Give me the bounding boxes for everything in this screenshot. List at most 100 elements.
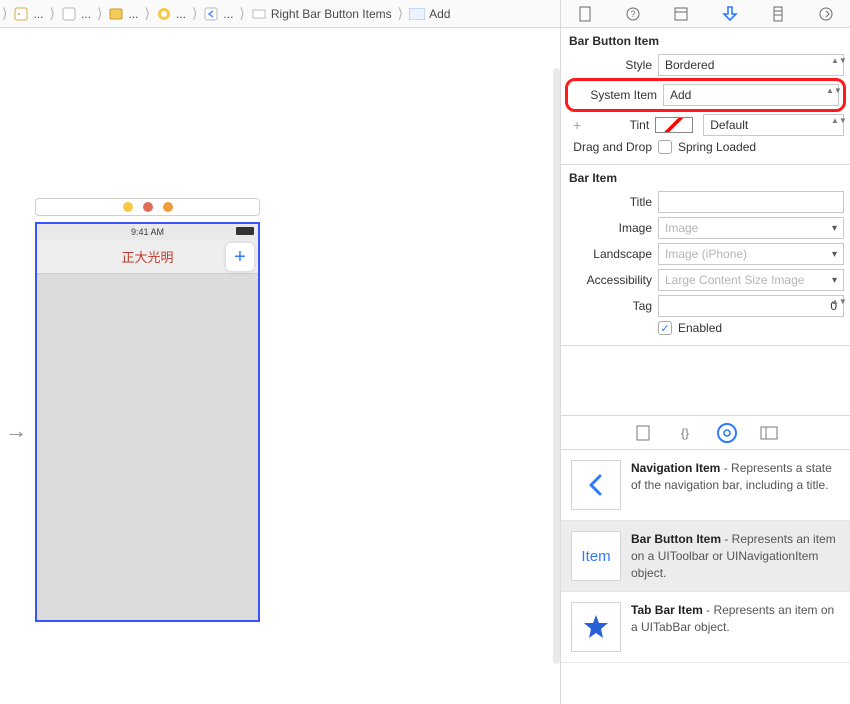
chevron-icon: ⟩	[237, 5, 246, 22]
accessibility-label: Accessibility	[567, 273, 652, 287]
breadcrumb-label: ...	[128, 7, 138, 21]
section-header: Bar Button Item	[561, 28, 850, 52]
library-item-bar-button-item[interactable]: Item Bar Button Item - Represents an ite…	[561, 521, 850, 592]
connections-inspector-icon[interactable]	[815, 3, 837, 25]
library-code-snippets-icon[interactable]: {}	[675, 423, 695, 443]
plus-icon: +	[234, 246, 246, 269]
scene-dock[interactable]	[35, 198, 260, 216]
stepper-icon: ▲▼	[831, 298, 841, 314]
spring-loaded-checkbox[interactable]	[658, 140, 672, 154]
chevron-icon: ⟩	[95, 5, 104, 22]
tint-label: Tint	[593, 118, 649, 132]
breadcrumb-label: Add	[429, 7, 450, 21]
storyboard-icon	[108, 6, 124, 22]
chevron-icon: ⟩	[0, 5, 9, 22]
system-item-popup[interactable]: Add ▲▼	[663, 84, 839, 106]
library-item-text: Tab Bar Item - Represents an item on a U…	[631, 602, 840, 652]
title-field[interactable]	[658, 191, 844, 213]
library-item-navigation-item[interactable]: Navigation Item - Represents a state of …	[561, 450, 850, 521]
enabled-label: Enabled	[678, 321, 722, 335]
landscape-label: Landscape	[567, 247, 652, 261]
style-popup[interactable]: Bordered ▲▼	[658, 54, 844, 76]
vertical-scrollbar[interactable]	[553, 68, 560, 664]
tint-popup[interactable]: Default ▲▼	[703, 114, 844, 136]
tag-label: Tag	[567, 299, 652, 313]
library-item-tab-bar-item[interactable]: Tab Bar Item - Represents an item on a U…	[561, 592, 850, 663]
chevron-icon: ⟩	[142, 5, 151, 22]
tint-swatch[interactable]	[655, 117, 693, 133]
style-value: Bordered	[665, 58, 714, 72]
breadcrumb-item[interactable]: ...	[152, 6, 190, 22]
canvas[interactable]: → 9:41 AM 正大光明 +	[0, 28, 560, 704]
navigation-title: 正大光明	[121, 247, 173, 266]
entry-arrow-icon: →	[5, 418, 27, 444]
status-time: 9:41 AM	[131, 227, 164, 237]
landscape-popup[interactable]: Image (iPhone)	[658, 243, 844, 265]
section-header: Bar Item	[561, 165, 850, 189]
file-yellow-icon	[13, 6, 29, 22]
chevron-icon: ⟩	[396, 5, 405, 22]
breadcrumb-item[interactable]: ...	[57, 6, 95, 22]
scene-dock-dot-icon	[163, 202, 173, 212]
title-label: Title	[567, 195, 652, 209]
stepper-icon: ▲▼	[831, 57, 841, 73]
spring-loaded-label: Spring Loaded	[678, 140, 756, 154]
size-inspector-icon[interactable]	[767, 3, 789, 25]
image-label: Image	[567, 221, 652, 235]
breadcrumb-label: Right Bar Button Items	[271, 7, 392, 21]
empty-panel	[561, 346, 850, 416]
system-item-value: Add	[670, 88, 691, 102]
library-tabs: {}	[561, 416, 850, 450]
style-label: Style	[567, 58, 652, 72]
phone-preview[interactable]: 9:41 AM 正大光明 +	[35, 222, 260, 622]
add-attribute-icon[interactable]: +	[567, 117, 587, 133]
file-inspector-icon[interactable]	[574, 3, 596, 25]
stepper-icon: ▲▼	[826, 87, 836, 103]
inspector-panel: Bar Button Item Style Bordered ▲▼ System…	[560, 28, 850, 704]
enabled-checkbox[interactable]: ✓	[658, 321, 672, 335]
breadcrumb-item[interactable]: ...	[9, 6, 47, 22]
library-objects-icon[interactable]	[717, 423, 737, 443]
library-media-icon[interactable]	[759, 423, 779, 443]
tag-stepper[interactable]: 0 ▲▼	[658, 295, 844, 317]
library-file-templates-icon[interactable]	[633, 423, 653, 443]
inspector-tabs: ?	[560, 0, 850, 27]
system-item-label: System Item	[572, 88, 657, 102]
accessibility-popup[interactable]: Large Content Size Image	[658, 269, 844, 291]
nav-back-icon	[203, 6, 219, 22]
scene-dock-dot-icon	[143, 202, 153, 212]
breadcrumb[interactable]: ⟩ ... ⟩ ... ⟩ ... ⟩ ... ⟩ ..	[0, 0, 560, 27]
svg-text:?: ?	[631, 9, 636, 19]
item-icon	[409, 6, 425, 22]
breadcrumb-label: ...	[81, 7, 91, 21]
tint-value: Default	[710, 118, 748, 132]
image-popup[interactable]: Image	[658, 217, 844, 239]
object-library-list[interactable]: Navigation Item - Represents a state of …	[561, 450, 850, 704]
breadcrumb-label: ...	[223, 7, 233, 21]
identity-inspector-icon[interactable]	[670, 3, 692, 25]
item-text-icon: Item	[571, 531, 621, 581]
breadcrumb-item[interactable]: Right Bar Button Items	[247, 6, 396, 22]
chevron-left-icon	[571, 460, 621, 510]
breadcrumb-item[interactable]: ...	[199, 6, 237, 22]
attributes-inspector-icon[interactable]	[719, 3, 741, 25]
breadcrumb-item[interactable]: ...	[104, 6, 142, 22]
scene-icon	[156, 6, 172, 22]
chevron-icon: ⟩	[190, 5, 199, 22]
scene-dock-dot-icon	[123, 202, 133, 212]
star-icon	[571, 602, 621, 652]
container-icon	[251, 6, 267, 22]
highlight-annotation: System Item Add ▲▼	[565, 78, 846, 112]
library-item-text: Navigation Item - Represents a state of …	[631, 460, 840, 510]
add-bar-button[interactable]: +	[226, 243, 254, 271]
status-bar: 9:41 AM	[37, 224, 258, 240]
breadcrumb-label: ...	[33, 7, 43, 21]
chevron-icon: ⟩	[47, 5, 56, 22]
drag-drop-label: Drag and Drop	[567, 140, 652, 154]
battery-icon	[236, 227, 254, 235]
help-inspector-icon[interactable]: ?	[622, 3, 644, 25]
breadcrumb-item-current[interactable]: Add	[405, 6, 454, 22]
navigation-bar[interactable]: 正大光明 +	[37, 240, 258, 274]
breadcrumb-label: ...	[176, 7, 186, 21]
svg-text:{}: {}	[680, 426, 688, 440]
